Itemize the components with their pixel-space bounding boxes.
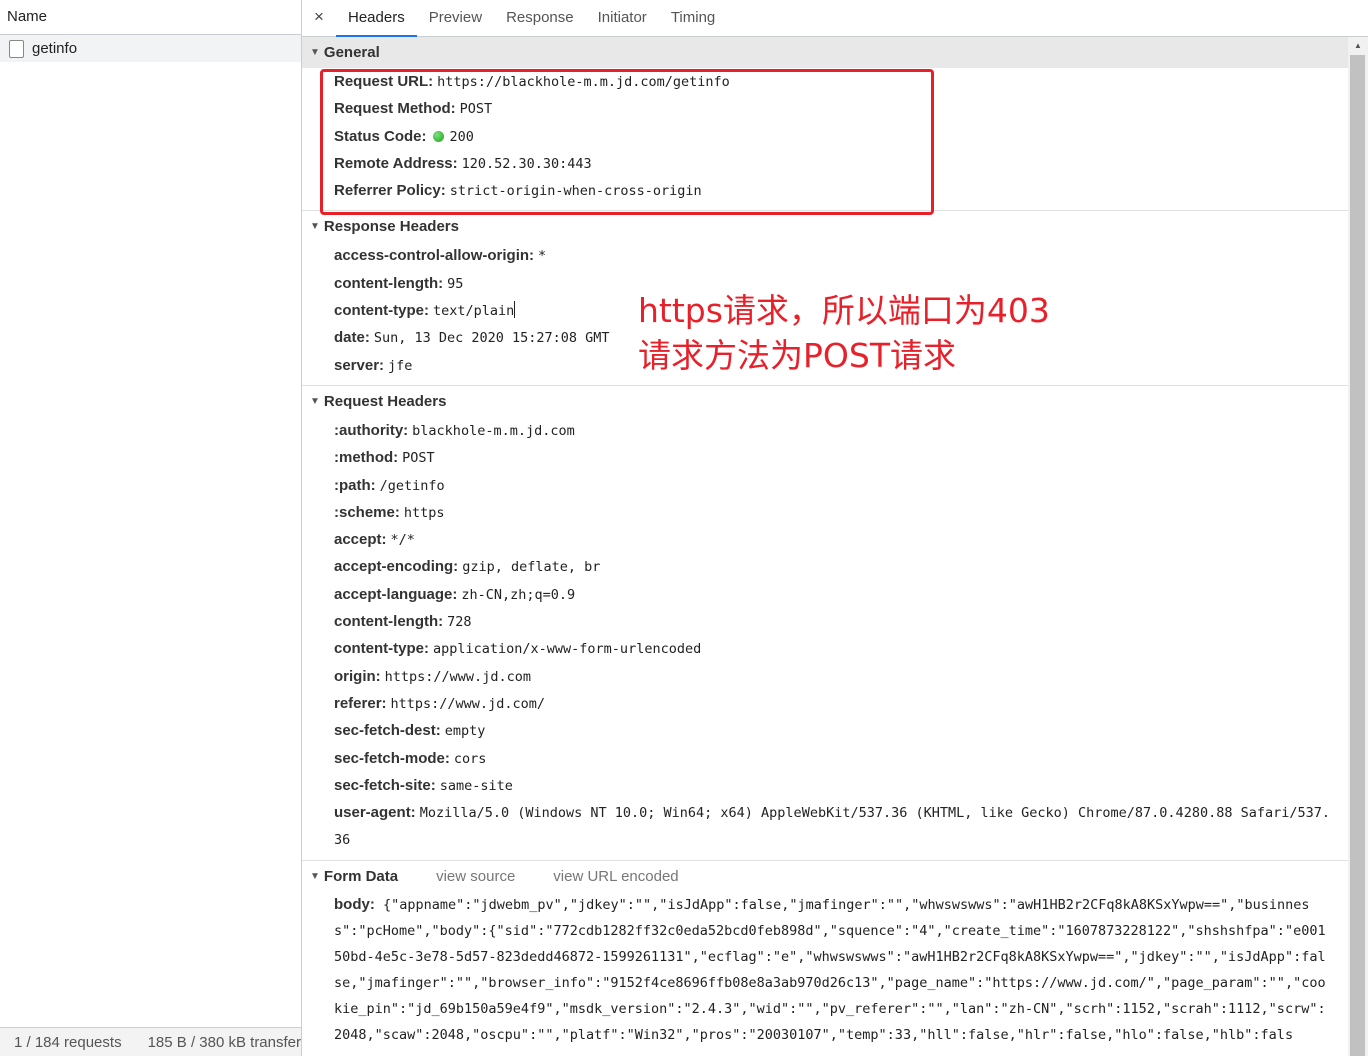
section-general-header[interactable]: ▼ General [302,37,1348,68]
form-data-line: kie_pin":"jd_69b150a59e4f9","msdk_versio… [334,1000,1326,1017]
tab-preview[interactable]: Preview [417,0,494,36]
close-icon[interactable]: × [302,0,336,36]
header-row: user-agent: Mozilla/5.0 (Windows NT 10.0;… [334,804,1330,822]
user-agent-continuation: 36 [334,832,351,849]
header-row: accept: */* [334,531,415,549]
scrollbar-thumb[interactable] [1350,55,1365,1056]
annotation-line-1: https请求，所以端口为403 [638,291,1050,330]
triangle-down-icon: ▼ [310,221,320,233]
header-row: content-length: 728 [334,613,472,631]
request-name: getinfo [32,40,78,57]
triangle-down-icon: ▼ [310,395,320,407]
section-title: Request Headers [323,392,447,410]
header-row: sec-fetch-dest: empty [334,722,486,740]
header-row: accept-language: zh-CN,zh;q=0.9 [334,585,576,603]
view-source-link[interactable]: view source [436,861,515,892]
header-row: referer: https://www.jd.com/ [334,694,545,712]
section-form-data-header[interactable]: ▼ Form Data view source view URL encoded [302,861,1348,892]
form-data-line: 50bd-4e5c-3e78-5d57-823dedd46872-1599261… [334,948,1326,965]
triangle-down-icon: ▼ [310,870,320,882]
transfer-size: 185 B / 380 kB transferr [147,1033,301,1051]
form-data-line: s":"pcHome","body":{"sid":"772cdb1282ff3… [334,922,1326,939]
form-data-line: se,"jmafinger":"","browser_info":"9152f4… [334,974,1326,991]
request-list-panel: Name getinfo 1 / 184 requests 185 B / 38… [0,0,302,1056]
form-data-line: body: {"appname":"jdwebm_pv","jdkey":"",… [334,895,1310,913]
form-data-line: 2048,"scaw":2048,"oscpu":"","platf":"Win… [334,1026,1294,1043]
scroll-up-icon[interactable]: ▲ [1348,37,1368,55]
text-caret [514,301,516,319]
header-row: accept-encoding: gzip, deflate, br [334,558,601,576]
name-column-header[interactable]: Name [0,0,301,35]
request-count: 1 / 184 requests [14,1033,122,1051]
header-row: :path:/getinfo [334,476,445,494]
details-tabbar: × Headers Preview Response Initiator Tim… [302,0,1368,37]
header-row: sec-fetch-site: same-site [334,776,513,794]
header-row: sec-fetch-mode: cors [334,749,487,767]
highlight-box [320,69,934,215]
section-title: Form Data [323,867,399,885]
section-request-headers-header[interactable]: ▼ Request Headers [302,386,1348,417]
annotation-line-2: 请求方法为POST请求 [638,336,956,375]
status-bar: 1 / 184 requests 185 B / 380 kB transfer… [0,1027,301,1056]
header-row: origin: https://www.jd.com [334,667,531,685]
tab-initiator[interactable]: Initiator [586,0,659,36]
triangle-down-icon: ▼ [310,47,320,58]
tab-headers[interactable]: Headers [336,0,417,37]
view-url-encoded-link[interactable]: view URL encoded [553,861,678,892]
header-row: access-control-allow-origin: * [334,247,547,265]
section-title: General [323,44,380,61]
request-row[interactable]: getinfo [0,35,301,62]
section-title: Response Headers [323,218,459,236]
vertical-scrollbar[interactable]: ▲ [1348,37,1368,1056]
form-data-body: body: {"appname":"jdwebm_pv","jdkey":"",… [302,892,1348,1048]
header-row: :scheme: https [334,503,445,521]
header-row: :authority: blackhole-m.m.jd.com [334,421,575,439]
section-response-headers-header[interactable]: ▼ Response Headers [302,211,1348,242]
tab-timing[interactable]: Timing [659,0,727,36]
request-headers-list: :authority: blackhole-m.m.jd.com :method: P… [302,417,1348,826]
tab-response[interactable]: Response [494,0,586,36]
header-row: content-type: application/x-www-form-urle… [334,640,702,658]
file-icon [9,39,24,58]
header-row: :method: POST [334,449,435,467]
